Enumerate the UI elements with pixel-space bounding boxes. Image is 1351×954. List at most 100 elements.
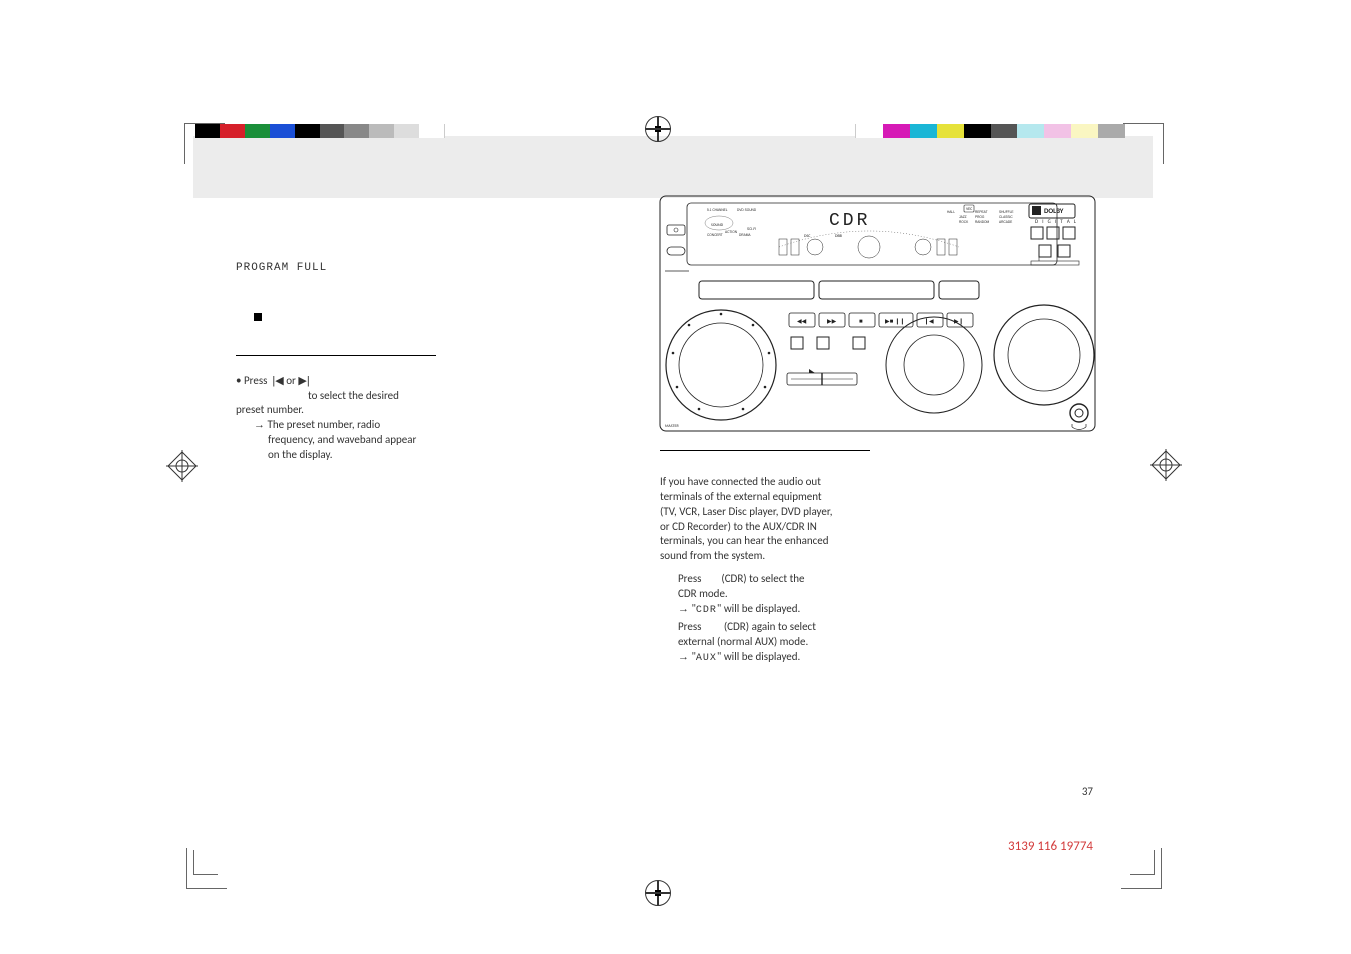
swatch-lightyellow (1071, 124, 1098, 138)
prev-track-icon: |◀ (272, 375, 283, 387)
part-number: 3139 116 19774 (1008, 839, 1093, 854)
step1-mode: CDR mode. (678, 587, 728, 600)
svg-text:▶▶: ▶▶ (827, 319, 837, 325)
step1-cdr: (CDR) to select the (721, 572, 804, 585)
svg-text:CONCERT: CONCERT (707, 233, 723, 237)
svg-text:DRAMA: DRAMA (739, 233, 751, 237)
svg-text:RANDOM: RANDOM (975, 220, 990, 224)
intro3: (TV, VCR, Laser Disc player, DVD player, (660, 505, 832, 518)
dolby-label: DOLBY (1044, 206, 1064, 215)
step2-mode: external (normal AUX) mode. (678, 635, 808, 648)
result-line3: on the display. (254, 448, 333, 461)
audio-system-illustration: CDR SOUND 5.1 CHANNEL DVD SOUND CONCERT … (659, 195, 1096, 432)
arrow-icon: → (678, 651, 689, 663)
step2-cdr-again: (CDR) again to select (724, 620, 816, 633)
result-line2: frequency, and waveband appear (254, 433, 416, 446)
svg-text:❙◀: ❙◀ (924, 318, 934, 325)
svg-text:SHUFFLE: SHUFFLE (999, 210, 1014, 214)
svg-text:ACTION: ACTION (725, 230, 738, 234)
intro5: terminals, you can hear the enhanced (660, 534, 829, 547)
display-cdr-value: CDR (696, 605, 717, 616)
display-cdr-text: CDR (829, 211, 870, 231)
swatch-white (419, 124, 445, 138)
step1-result-suffix: " will be displayed. (717, 602, 800, 615)
left-text-column: PROGRAM FULL • Press |◀ or ▶| to select … (236, 260, 441, 463)
section-divider-left (236, 355, 436, 356)
crop-mark-top-right (1123, 123, 1164, 164)
crop-mark-top-left (184, 123, 225, 164)
arrow-icon: → (678, 603, 689, 615)
arrow-icon: → (254, 419, 265, 431)
svg-text:▶■ ❙❙: ▶■ ❙❙ (885, 318, 905, 325)
svg-text:SOUND: SOUND (711, 223, 724, 228)
swatch-grey70 (320, 124, 345, 138)
header-grey-band (193, 136, 1153, 198)
to-select-line: to select the desired (236, 389, 441, 404)
swatch-blue (270, 124, 295, 138)
swatch-black-r (964, 124, 991, 138)
intro2: terminals of the external equipment (660, 490, 822, 503)
svg-text:◀◀: ◀◀ (797, 319, 807, 325)
swatch-grey-r (1098, 124, 1125, 138)
or-label: or (286, 374, 296, 387)
right-text-column: If you have connected the audio out term… (660, 475, 885, 665)
step2-press: Press (678, 620, 701, 633)
section-divider-right (660, 450, 870, 451)
stop-marker (236, 310, 441, 325)
crop-mark-bottom-left (186, 848, 227, 889)
page-number: 37 (1082, 785, 1093, 798)
color-swatch-bar-left (195, 124, 445, 138)
step1-press: Press (678, 572, 701, 585)
registration-dot-icon (655, 890, 661, 896)
svg-text:PROG: PROG (975, 215, 985, 219)
display-aux-value: AUX (696, 653, 717, 664)
svg-text:REPEAT: REPEAT (975, 210, 988, 214)
svg-text:DVD SOUND: DVD SOUND (737, 208, 757, 212)
swatch-lightcyan (1017, 124, 1044, 138)
result-line1: The preset number, radio (268, 418, 381, 431)
next-track-icon: ▶| (298, 375, 309, 387)
svg-text:DSC: DSC (804, 234, 811, 239)
crop-mark-bottom-right (1121, 848, 1162, 889)
to-select-text: to select the desired (308, 389, 399, 402)
step-2: Press (CDR) again to select external (no… (660, 620, 885, 665)
intro1: If you have connected the audio out (660, 475, 821, 488)
svg-text:JAZZ: JAZZ (959, 215, 967, 219)
stop-icon (254, 313, 262, 321)
svg-text:VEC: VEC (966, 207, 973, 212)
svg-text:CLASSIC: CLASSIC (999, 215, 1013, 219)
swatch-grey70-r (991, 124, 1018, 138)
registration-mark-right (1150, 449, 1182, 481)
svg-text:■: ■ (859, 319, 863, 325)
intro-paragraph: If you have connected the audio out term… (660, 475, 885, 564)
svg-text:SCI-FI: SCI-FI (747, 227, 756, 231)
svg-text:MASTER: MASTER (665, 424, 679, 429)
document-page: PROGRAM FULL • Press |◀ or ▶| to select … (0, 0, 1351, 954)
swatch-lightmagenta (1044, 124, 1071, 138)
dolby-digital-label: D I G I T A L (1035, 219, 1077, 225)
svg-text:ROCK: ROCK (959, 220, 969, 224)
svg-text:HALL: HALL (947, 210, 955, 214)
press-label: Press (244, 374, 267, 387)
registration-dot-icon (655, 126, 661, 132)
svg-text:DBB: DBB (835, 234, 842, 239)
swatch-grey50 (344, 124, 369, 138)
registration-mark-left (166, 450, 198, 482)
result-line: → The preset number, radio frequency, an… (236, 418, 441, 463)
swatch-black2 (295, 124, 320, 138)
press-prev-next-line: • Press |◀ or ▶| (236, 374, 441, 389)
intro6: sound from the system. (660, 549, 765, 562)
preset-number-line: preset number. (236, 403, 441, 418)
swatch-grey30 (369, 124, 394, 138)
swatch-magenta (883, 124, 910, 138)
swatch-yellow (937, 124, 964, 138)
swatch-white-r (855, 124, 883, 138)
swatch-grey15 (394, 124, 419, 138)
intro4: or CD Recorder) to the AUX/CDR IN (660, 520, 817, 533)
swatch-cyan (910, 124, 937, 138)
svg-text:5.1 CHANNEL: 5.1 CHANNEL (707, 208, 728, 212)
registration-mark-top (645, 116, 671, 142)
swatch-green (245, 124, 270, 138)
svg-text:ARCADE: ARCADE (999, 220, 1012, 224)
registration-mark-bottom (645, 880, 671, 906)
